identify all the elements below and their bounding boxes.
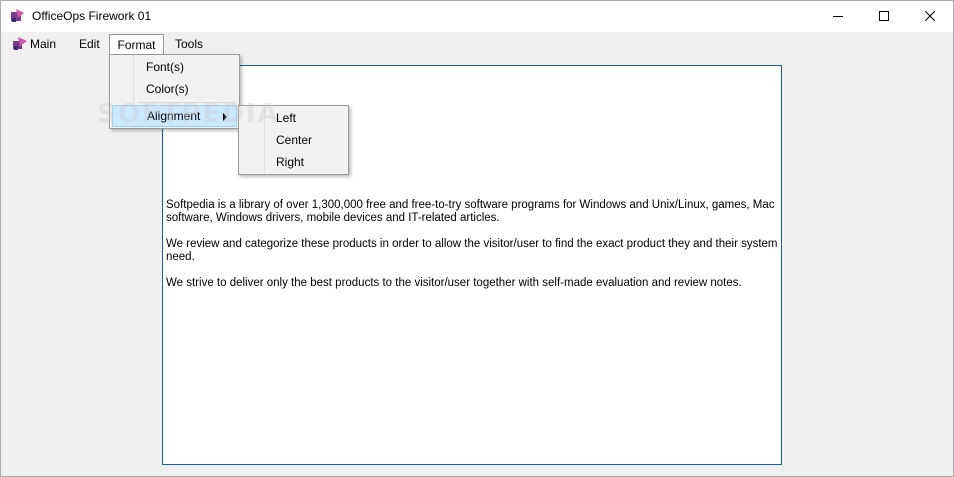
menu-item-fonts[interactable]: Font(s) <box>112 56 237 78</box>
format-dropdown-menu: Font(s) Color(s) Alignment <box>109 54 240 129</box>
paragraph: We strive to deliver only the best produ… <box>166 277 742 289</box>
menu-format[interactable]: Format <box>109 34 164 55</box>
app-logo-icon <box>11 36 27 51</box>
close-icon <box>924 10 936 24</box>
menu-item-alignment-label: Alignment <box>147 109 201 123</box>
menu-item-colors[interactable]: Color(s) <box>112 78 237 100</box>
minimize-button[interactable] <box>815 1 861 32</box>
menu-main-label: Main <box>30 37 57 51</box>
menu-tools[interactable]: Tools <box>168 34 210 54</box>
paragraph: Softpedia is a library of over 1,300,000… <box>166 199 775 224</box>
minimize-icon <box>833 10 843 24</box>
app-window: OfficeOps Firework 01 Main Edit Format T… <box>0 0 954 477</box>
paragraph: We review and categorize these products … <box>166 238 778 263</box>
app-logo-icon <box>10 9 24 23</box>
menu-item-align-right[interactable]: Right <box>241 151 346 173</box>
maximize-icon <box>879 10 889 24</box>
document-text: Softpedia is a library of over 1,300,000… <box>166 199 778 303</box>
maximize-button[interactable] <box>861 1 907 32</box>
menu-edit[interactable]: Edit <box>72 34 107 54</box>
menu-main[interactable]: Main <box>7 34 63 54</box>
alignment-submenu: Left Center Right <box>238 105 349 175</box>
menu-item-align-center[interactable]: Center <box>241 129 346 151</box>
menu-item-alignment[interactable]: Alignment <box>112 105 237 127</box>
menu-item-align-left[interactable]: Left <box>241 107 346 129</box>
menu-bar: Main Edit Format Tools <box>1 32 953 55</box>
title-bar[interactable]: OfficeOps Firework 01 <box>1 1 953 32</box>
close-button[interactable] <box>907 1 953 32</box>
window-title: OfficeOps Firework 01 <box>32 9 152 23</box>
submenu-arrow-icon <box>223 113 227 121</box>
menu-separator <box>138 102 236 103</box>
